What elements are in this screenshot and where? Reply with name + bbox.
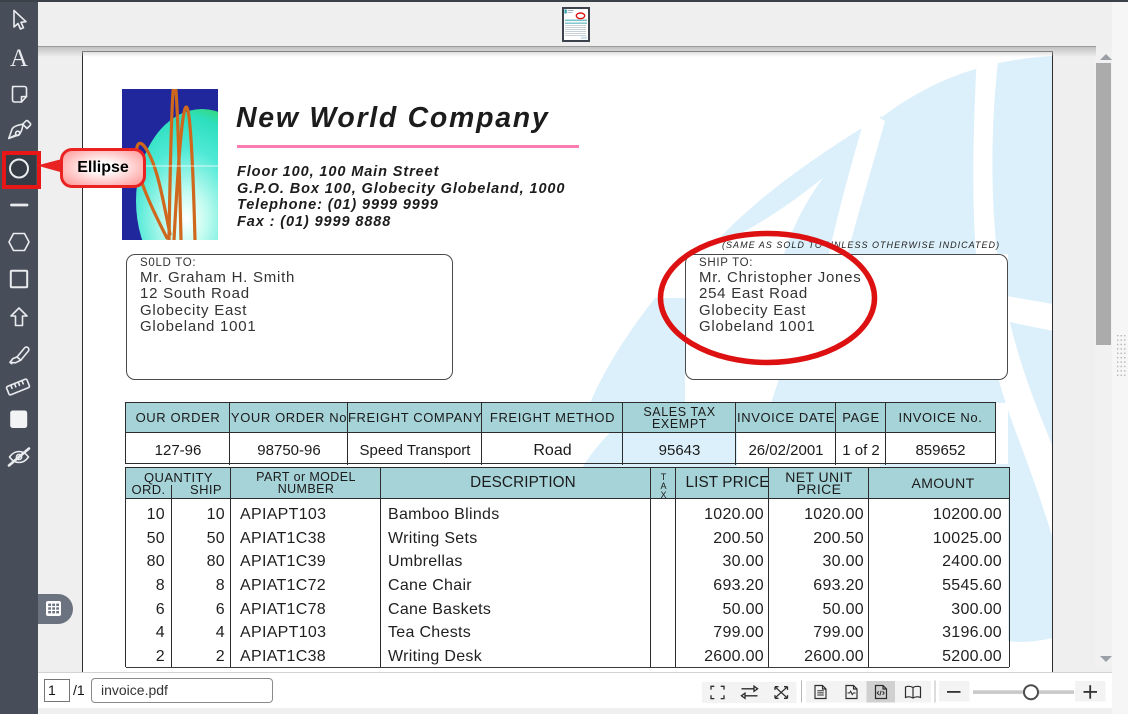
svg-text:A: A: [10, 45, 28, 72]
